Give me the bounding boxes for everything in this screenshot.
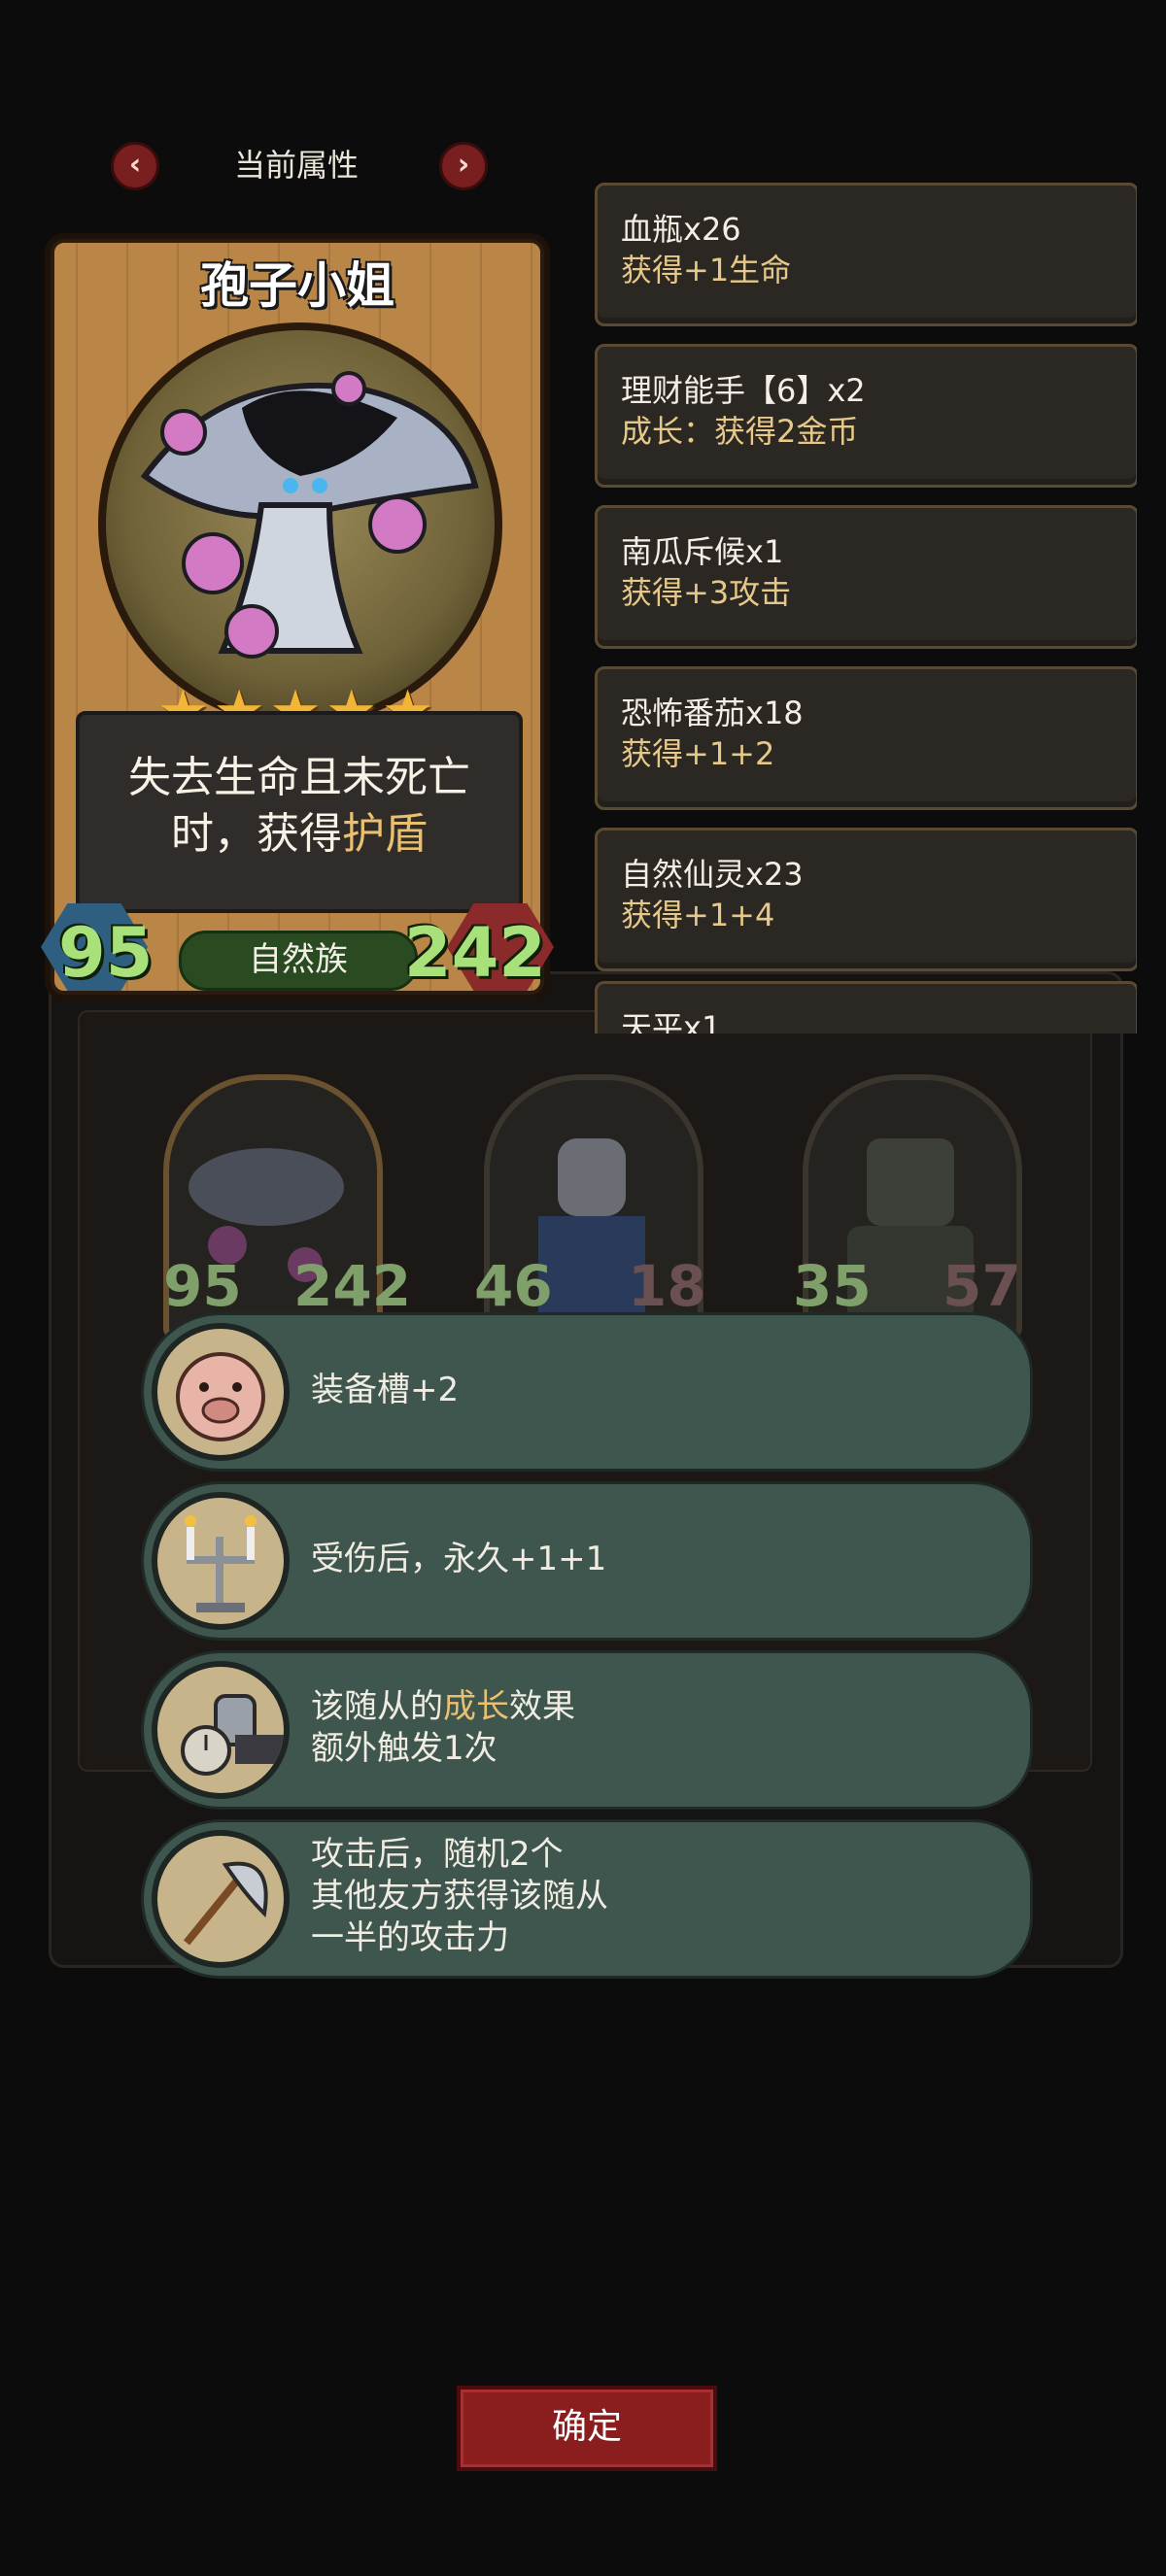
chevron-left-icon: ‹ xyxy=(128,148,142,182)
attack-value: 95 xyxy=(58,913,154,993)
prev-arrow-button[interactable]: ‹ xyxy=(111,142,159,190)
teammate-health: 242 xyxy=(293,1253,412,1319)
equipment-text: 该随从的成长效果 额外触发1次 xyxy=(311,1686,575,1770)
confirm-button[interactable]: 确定 xyxy=(457,2386,717,2471)
equipment-text: 装备槽+2 xyxy=(311,1371,460,1409)
teammate-attack: 46 xyxy=(474,1253,553,1319)
equipment-row[interactable]: 受伤后，永久+1+1 xyxy=(144,1484,1030,1638)
teammate-health: 57 xyxy=(943,1253,1021,1319)
equipment-text-line1: 攻击后，随机2个 xyxy=(311,1835,564,1874)
pig-icon xyxy=(152,1323,290,1461)
equipment-text-post: 效果 xyxy=(509,1687,575,1726)
chevron-right-icon: › xyxy=(457,148,470,182)
card-name: 孢子小姐 xyxy=(200,257,394,314)
attribute-effect: 获得+1+4 xyxy=(621,897,775,933)
attribute-item[interactable]: 自然仙灵x23 获得+1+4 xyxy=(595,828,1137,971)
mushroom-icon xyxy=(140,371,479,659)
teammate-attack: 35 xyxy=(793,1253,872,1319)
axe-icon xyxy=(152,1830,290,1968)
tribe-badge: 自然族 xyxy=(179,931,418,991)
equipment-row[interactable]: 该随从的成长效果 额外触发1次 xyxy=(144,1653,1030,1807)
attribute-effect: 获得+1+2 xyxy=(621,735,775,772)
card-description-box: 失去生命且未死亡时，获得护盾 xyxy=(76,711,523,913)
attribute-title: 自然仙灵x23 xyxy=(621,856,804,893)
attribute-list[interactable]: 血瓶x26 获得+1生命 理财能手【6】x2 成长：获得2金币 南瓜斥候x1 获… xyxy=(591,183,1137,1034)
equipment-text-line2: 其他友方获得该随从 xyxy=(311,1877,608,1915)
attribute-item[interactable]: 理财能手【6】x2 成长：获得2金币 xyxy=(595,344,1137,488)
attribute-effect: 获得+3攻击 xyxy=(621,574,792,611)
attribute-item[interactable]: 恐怖番茄x18 获得+1+2 xyxy=(595,666,1137,810)
attribute-title: 天平x1 xyxy=(621,1009,722,1034)
health-value: 242 xyxy=(403,913,546,993)
teammate-health: 18 xyxy=(628,1253,706,1319)
attribute-item[interactable]: 南瓜斥候x1 获得+3攻击 xyxy=(595,505,1137,649)
equipment-text-line3: 一半的攻击力 xyxy=(311,1918,509,1957)
equipment-text-pre: 该随从的 xyxy=(311,1687,443,1726)
attribute-effect: 成长：获得2金币 xyxy=(621,413,859,450)
gauntlet-icon xyxy=(152,1661,290,1799)
attribute-item[interactable]: 血瓶x26 获得+1生命 xyxy=(595,183,1137,326)
equipment-row[interactable]: 装备槽+2 xyxy=(144,1315,1030,1469)
equipment-row[interactable]: 攻击后，随机2个 其他友方获得该随从 一半的攻击力 xyxy=(144,1822,1030,1976)
shield-keyword: 护盾 xyxy=(342,809,428,859)
attribute-item[interactable]: 天平x1 xyxy=(595,981,1137,1034)
attribute-effect: 获得+1生命 xyxy=(621,252,792,288)
minion-card: 孢子小姐 ★★★★★ 失去生命且未死亡时，获得护盾 95 自然族 242 xyxy=(41,239,554,995)
growth-keyword: 成长 xyxy=(443,1687,509,1726)
card-description: 失去生命且未死亡时，获得护盾 xyxy=(89,750,509,863)
attribute-title: 理财能手【6】x2 xyxy=(621,372,866,409)
next-arrow-button[interactable]: › xyxy=(439,142,488,190)
candelabra-icon xyxy=(152,1492,290,1630)
equipment-text: 攻击后，随机2个 其他友方获得该随从 一半的攻击力 xyxy=(311,1834,608,1959)
attribute-title: 南瓜斥候x1 xyxy=(621,533,784,570)
attribute-title: 血瓶x26 xyxy=(621,211,741,248)
mushroom-portrait xyxy=(98,322,502,727)
attribute-title: 恐怖番茄x18 xyxy=(621,695,804,731)
equipment-text: 受伤后，永久+1+1 xyxy=(311,1540,607,1578)
teammate-attack: 95 xyxy=(163,1253,242,1319)
page-title: 当前属性 xyxy=(233,147,359,184)
equipment-text-line2: 额外触发1次 xyxy=(311,1729,497,1768)
